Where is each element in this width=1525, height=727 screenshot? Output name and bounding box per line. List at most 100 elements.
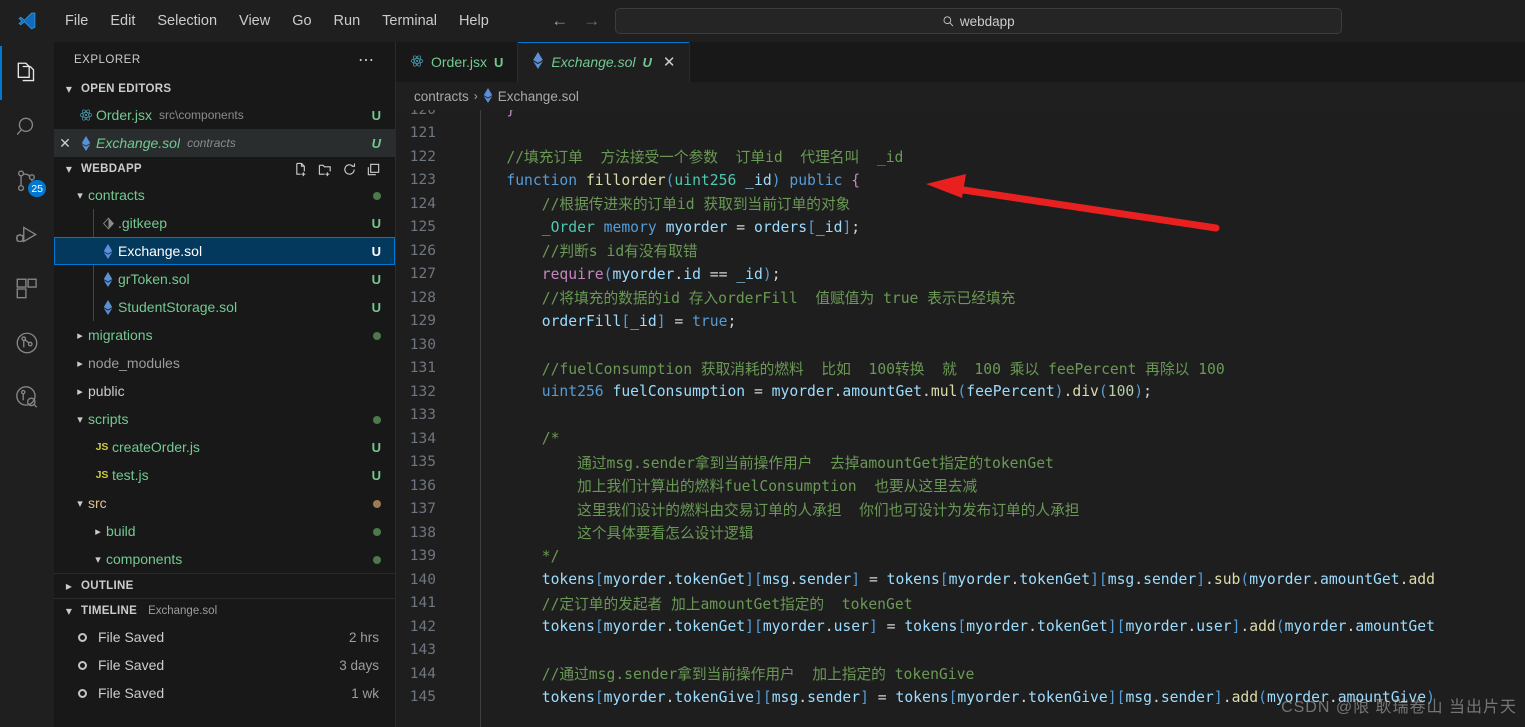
tree-label: Exchange.sol bbox=[118, 243, 203, 259]
breadcrumb-file[interactable]: Exchange.sol bbox=[498, 89, 579, 104]
menu-terminal[interactable]: Terminal bbox=[371, 9, 448, 33]
tree-file-test-js[interactable]: JS test.js U bbox=[54, 461, 395, 489]
timeline-item[interactable]: File Saved 2 hrs bbox=[54, 623, 395, 651]
tree-folder-contracts[interactable]: ▾ contracts bbox=[54, 181, 395, 209]
new-file-icon[interactable] bbox=[294, 162, 309, 177]
code-line: 123 function fillorder(uint256 _id) publ… bbox=[396, 169, 1525, 193]
activity-search[interactable] bbox=[0, 100, 54, 154]
tree-label: createOrder.js bbox=[112, 439, 200, 455]
tab-exchange-sol[interactable]: Exchange.sol U ✕ bbox=[518, 42, 691, 82]
tree-badge: U bbox=[371, 215, 381, 231]
code-text: tokens[myorder.tokenGet][myorder.user] =… bbox=[541, 618, 1435, 636]
line-number: 140 bbox=[409, 571, 436, 588]
code-line: 124 //根据传进来的订单id 获取到当前订单的对象 bbox=[396, 192, 1525, 216]
code-lines: 120 } 121 122 //填充订单 方法接受一个参数 订单id 代理名叫 _i… bbox=[396, 110, 1525, 727]
code-text: 加上我们计算出的燃料fuelConsumption 也要从这里去减 bbox=[577, 478, 978, 496]
tree-file-studentstorage-sol[interactable]: StudentStorage.sol U bbox=[54, 293, 395, 321]
title-bar: File Edit Selection View Go Run Terminal… bbox=[0, 0, 1525, 42]
chevron-right-icon: › bbox=[473, 89, 478, 103]
tree-folder-public[interactable]: ▸ public bbox=[54, 377, 395, 405]
tree-badge: U bbox=[371, 243, 381, 259]
tree-file-gitkeep[interactable]: .gitkeep U bbox=[54, 209, 395, 237]
menu-edit[interactable]: Edit bbox=[99, 9, 146, 33]
commit-dot-icon bbox=[78, 632, 98, 642]
tree-label: migrations bbox=[88, 327, 153, 343]
timeline-item-time: 3 days bbox=[339, 657, 379, 673]
tree-file-grtoken-sol[interactable]: grToken.sol U bbox=[54, 265, 395, 293]
tree-label: node_modules bbox=[88, 355, 180, 371]
line-number: 145 bbox=[409, 689, 436, 706]
activity-source-control[interactable]: 25 bbox=[0, 154, 54, 208]
tree-folder-build[interactable]: ▸ build bbox=[54, 517, 395, 545]
tree-label: src bbox=[88, 495, 107, 511]
section-outline[interactable]: ▸ OUTLINE bbox=[54, 574, 395, 598]
tree-label: grToken.sol bbox=[118, 271, 190, 287]
menu-run[interactable]: Run bbox=[323, 9, 372, 33]
close-icon[interactable]: ✕ bbox=[663, 53, 676, 71]
activity-extensions[interactable] bbox=[0, 262, 54, 316]
menu-view[interactable]: View bbox=[228, 9, 281, 33]
tree-label: components bbox=[106, 551, 183, 567]
line-number: 129 bbox=[409, 313, 436, 330]
ellipsis-icon[interactable]: ⋯ bbox=[358, 50, 375, 70]
tree-folder-node-modules[interactable]: ▸ node_modules bbox=[54, 349, 395, 377]
line-number: 127 bbox=[409, 266, 436, 283]
tree-file-exchange-sol[interactable]: Exchange.sol U bbox=[54, 237, 395, 265]
timeline-subtitle: Exchange.sol bbox=[148, 605, 218, 617]
close-icon[interactable]: ✕ bbox=[54, 135, 76, 152]
js-icon: JS bbox=[95, 441, 109, 453]
code-text: tokens[myorder.tokenGet][msg.sender] = t… bbox=[541, 571, 1435, 589]
tree-folder-scripts[interactable]: ▾ scripts bbox=[54, 405, 395, 433]
search-input[interactable]: webdapp bbox=[614, 8, 1342, 34]
chevron-right-icon: ▸ bbox=[77, 357, 83, 370]
arrow-left-icon[interactable]: ← bbox=[551, 11, 569, 31]
search-icon bbox=[943, 15, 954, 26]
timeline-label: TIMELINE bbox=[81, 605, 138, 617]
timeline-item[interactable]: File Saved 1 wk bbox=[54, 679, 395, 707]
open-editor-badge: U bbox=[371, 135, 381, 151]
refresh-icon[interactable] bbox=[342, 162, 357, 177]
tree-label: public bbox=[88, 383, 125, 399]
tree-folder-migrations[interactable]: ▸ migrations bbox=[54, 321, 395, 349]
menu-help[interactable]: Help bbox=[448, 9, 500, 33]
git-graph-icon bbox=[16, 332, 38, 354]
code-line: 135 通过msg.sender拿到当前操作用户 去掉amountGet指定的t… bbox=[396, 451, 1525, 475]
new-folder-icon[interactable] bbox=[318, 162, 333, 177]
activity-git-history[interactable] bbox=[0, 370, 54, 424]
chevron-down-icon: ▾ bbox=[77, 413, 83, 426]
tree-folder-src[interactable]: ▾ src bbox=[54, 489, 395, 517]
code-editor[interactable]: 120 } 121 122 //填充订单 方法接受一个参数 订单id 代理名叫 _i… bbox=[396, 110, 1525, 727]
tree-label: contracts bbox=[88, 187, 145, 203]
tab-order-jsx[interactable]: Order.jsx U bbox=[396, 42, 519, 82]
menu-file[interactable]: File bbox=[54, 9, 99, 33]
activity-run-debug[interactable] bbox=[0, 208, 54, 262]
source-control-badge: 25 bbox=[28, 180, 46, 197]
solidity-icon bbox=[98, 271, 118, 287]
breadcrumb-folder[interactable]: contracts bbox=[414, 89, 469, 104]
code-line: 142 tokens[myorder.tokenGet][myorder.use… bbox=[396, 615, 1525, 639]
menu-go[interactable]: Go bbox=[281, 9, 322, 33]
solidity-icon bbox=[76, 135, 96, 151]
open-editor-item-order-jsx[interactable]: Order.jsx src\components U bbox=[54, 101, 395, 129]
line-number: 135 bbox=[409, 454, 436, 471]
activity-git-graph[interactable] bbox=[0, 316, 54, 370]
menu-selection[interactable]: Selection bbox=[146, 9, 228, 33]
section-workspace-webdapp[interactable]: ▾ WEBDAPP bbox=[54, 157, 395, 181]
line-number: 136 bbox=[409, 477, 436, 494]
line-number: 128 bbox=[409, 289, 436, 306]
tree-file-createorder-js[interactable]: JS createOrder.js U bbox=[54, 433, 395, 461]
commit-dot-icon bbox=[78, 660, 98, 670]
line-number: 120 bbox=[396, 110, 458, 118]
code-text: } bbox=[458, 110, 515, 118]
arrow-right-icon[interactable]: → bbox=[583, 11, 601, 31]
section-timeline[interactable]: ▾ TIMELINE Exchange.sol bbox=[54, 599, 395, 623]
git-file-icon bbox=[98, 217, 118, 230]
section-open-editors[interactable]: ▾ OPEN EDITORS bbox=[54, 77, 395, 101]
tree-label: build bbox=[106, 523, 136, 539]
activity-explorer[interactable] bbox=[0, 46, 54, 100]
line-number: 138 bbox=[409, 524, 436, 541]
open-editor-item-exchange-sol[interactable]: ✕ Exchange.sol contracts U bbox=[54, 129, 395, 157]
timeline-item[interactable]: File Saved 3 days bbox=[54, 651, 395, 679]
tree-folder-components[interactable]: ▾ components bbox=[54, 545, 395, 573]
collapse-all-icon[interactable] bbox=[366, 162, 381, 177]
